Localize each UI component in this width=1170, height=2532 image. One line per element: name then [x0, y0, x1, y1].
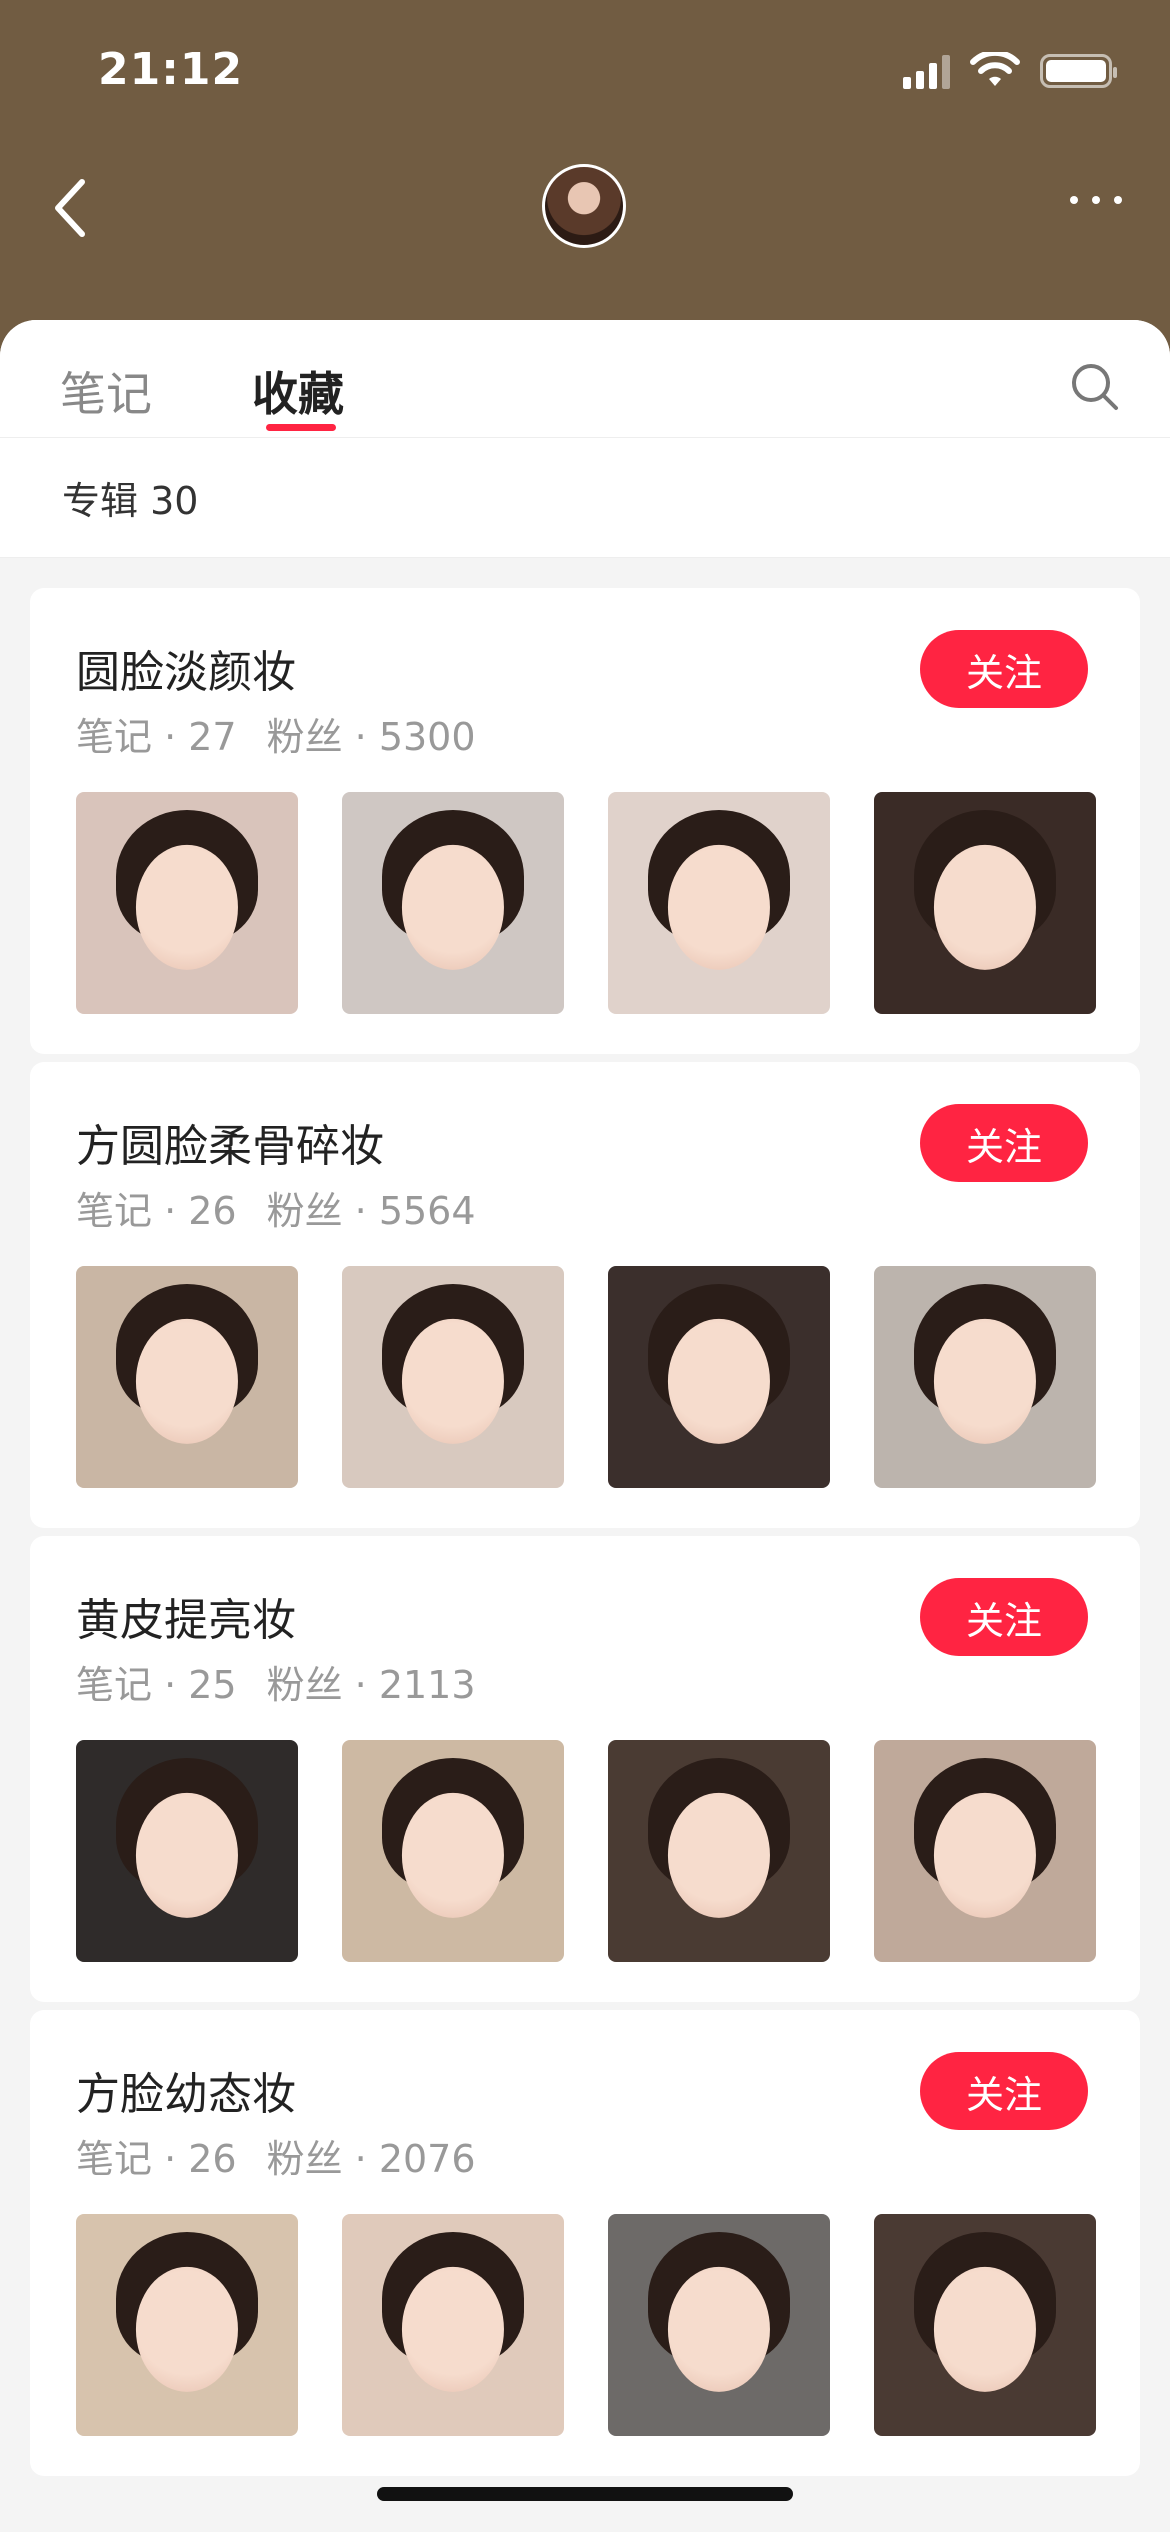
follow-button[interactable]: 关注: [920, 1578, 1088, 1656]
album-fans-count: 粉丝 · 2076: [266, 2137, 476, 2181]
album-title: 方圆脸柔骨碎妆: [76, 1121, 384, 1172]
album-title: 方脸幼态妆: [76, 2069, 296, 2120]
album-notes-count: 笔记 · 26: [76, 1189, 237, 1233]
thumbnail-image[interactable]: [76, 792, 298, 1014]
album-meta: 笔记 · 26 粉丝 · 5564: [76, 1180, 476, 1235]
thumbnail-image[interactable]: [608, 792, 830, 1014]
album-meta: 笔记 · 26 粉丝 · 2076: [76, 2128, 476, 2183]
album-card[interactable]: 方脸幼态妆 笔记 · 26 粉丝 · 2076 关注: [30, 2010, 1140, 2476]
thumbnail-image[interactable]: [342, 1740, 564, 1962]
thumbnail-image[interactable]: [874, 792, 1096, 1014]
thumbnail-image[interactable]: [342, 1266, 564, 1488]
album-card[interactable]: 黄皮提亮妆 笔记 · 25 粉丝 · 2113 关注: [30, 1536, 1140, 2002]
album-count: 专辑 30: [0, 438, 1170, 558]
album-notes-count: 笔记 · 26: [76, 2137, 237, 2181]
tab-notes[interactable]: 笔记: [60, 358, 152, 424]
album-meta: 笔记 · 25 粉丝 · 2113: [76, 1654, 476, 1709]
status-time: 21:12: [98, 44, 244, 95]
tab-bar: 笔记 收藏: [0, 320, 1170, 438]
search-icon: [1072, 364, 1118, 410]
album-thumbnails: [76, 2214, 1096, 2436]
active-tab-indicator: [266, 424, 336, 431]
home-indicator[interactable]: [377, 2487, 793, 2501]
thumbnail-image[interactable]: [608, 1740, 830, 1962]
album-thumbnails: [76, 1740, 1096, 1962]
back-button[interactable]: [48, 178, 98, 238]
more-dot-icon: [1092, 196, 1100, 204]
status-icons: [903, 52, 1117, 90]
album-thumbnails: [76, 792, 1096, 1014]
cellular-signal-icon: [903, 53, 950, 89]
album-title: 圆脸淡颜妆: [76, 647, 296, 698]
thumbnail-image[interactable]: [76, 2214, 298, 2436]
back-arrow-icon: [55, 179, 85, 237]
thumbnail-image[interactable]: [76, 1740, 298, 1962]
album-meta: 笔记 · 27 粉丝 · 5300: [76, 706, 476, 761]
album-fans-count: 粉丝 · 2113: [266, 1663, 476, 1707]
thumbnail-image[interactable]: [874, 2214, 1096, 2436]
album-notes-count: 笔记 · 27: [76, 715, 237, 759]
more-dot-icon: [1114, 196, 1122, 204]
thumbnail-image[interactable]: [874, 1740, 1096, 1962]
follow-button[interactable]: 关注: [920, 2052, 1088, 2130]
album-notes-count: 笔记 · 25: [76, 1663, 237, 1707]
profile-header: 21:12: [0, 0, 1170, 360]
follow-button[interactable]: 关注: [920, 630, 1088, 708]
more-options-button[interactable]: [1070, 196, 1122, 204]
album-card[interactable]: 方圆脸柔骨碎妆 笔记 · 26 粉丝 · 5564 关注: [30, 1062, 1140, 1528]
wifi-icon: [970, 52, 1020, 86]
thumbnail-image[interactable]: [76, 1266, 298, 1488]
battery-icon: [1040, 54, 1117, 88]
more-dot-icon: [1070, 196, 1078, 204]
thumbnail-image[interactable]: [342, 2214, 564, 2436]
follow-button[interactable]: 关注: [920, 1104, 1088, 1182]
thumbnail-image[interactable]: [608, 2214, 830, 2436]
album-thumbnails: [76, 1266, 1096, 1488]
content-sheet: 笔记 收藏 专辑 30 圆脸淡颜妆 笔记 · 27 粉丝 · 5300 关注 方圆…: [0, 320, 1170, 2532]
thumbnail-image[interactable]: [608, 1266, 830, 1488]
album-count-label: 专辑 30: [62, 479, 199, 523]
tab-favorites[interactable]: 收藏: [252, 358, 344, 424]
album-fans-count: 粉丝 · 5564: [266, 1189, 476, 1233]
album-fans-count: 粉丝 · 5300: [266, 715, 476, 759]
search-button[interactable]: [1070, 362, 1120, 412]
thumbnail-image[interactable]: [874, 1266, 1096, 1488]
album-card[interactable]: 圆脸淡颜妆 笔记 · 27 粉丝 · 5300 关注: [30, 588, 1140, 1054]
thumbnail-image[interactable]: [342, 792, 564, 1014]
album-title: 黄皮提亮妆: [76, 1595, 296, 1646]
avatar[interactable]: [542, 164, 626, 248]
